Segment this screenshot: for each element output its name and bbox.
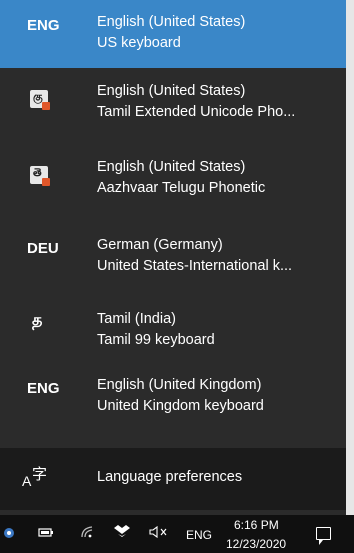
language-code: ENG bbox=[27, 17, 60, 34]
app-tray-icon[interactable] bbox=[3, 526, 15, 543]
clock-time[interactable]: 6:16 PM bbox=[234, 518, 279, 532]
taskbar: ENG 6:16 PM 12/23/2020 bbox=[0, 515, 354, 553]
keyboard-layout-name: Tamil Extended Unicode Pho... bbox=[97, 104, 296, 120]
language-item-eng-uk[interactable]: ENG English (United Kingdom) United King… bbox=[0, 363, 346, 431]
language-name: German (Germany) bbox=[97, 237, 223, 253]
keyboard-layout-name: Aazhvaar Telugu Phonetic bbox=[97, 180, 266, 196]
keyboard-layout-name: US keyboard bbox=[97, 35, 181, 51]
input-language-flyout: ENG English (United States) US keyboard … bbox=[0, 0, 346, 515]
action-center-icon[interactable] bbox=[316, 527, 331, 545]
language-name: English (United Kingdom) bbox=[97, 377, 262, 393]
desktop-background bbox=[346, 0, 354, 515]
telugu-phonetic-icon: తె bbox=[30, 166, 50, 186]
volume-muted-icon[interactable] bbox=[149, 525, 169, 542]
language-name: English (United States) bbox=[97, 14, 246, 30]
dropbox-icon[interactable] bbox=[114, 524, 130, 541]
battery-icon[interactable] bbox=[38, 525, 54, 542]
taskbar-input-language[interactable]: ENG bbox=[186, 528, 212, 542]
clock-date[interactable]: 12/23/2020 bbox=[226, 537, 286, 551]
language-name: Tamil (India) bbox=[97, 311, 176, 327]
language-code: ENG bbox=[27, 380, 60, 397]
tamil-extended-icon: கு bbox=[30, 90, 50, 110]
tamil-language-icon: த bbox=[32, 312, 43, 329]
language-item-tamil-extended[interactable]: கு English (United States) Tamil Extende… bbox=[0, 69, 346, 137]
keyboard-layout-name: Tamil 99 keyboard bbox=[97, 332, 215, 348]
language-code: DEU bbox=[27, 240, 59, 257]
keyboard-layout-name: United States-International k... bbox=[97, 258, 293, 274]
language-name: English (United States) bbox=[97, 159, 246, 175]
language-item-tamil-india[interactable]: த Tamil (India) Tamil 99 keyboard bbox=[0, 297, 346, 365]
language-preferences-button[interactable]: A 字 Language preferences bbox=[0, 448, 346, 510]
language-item-deu[interactable]: DEU German (Germany) United States-Inter… bbox=[0, 223, 346, 291]
language-item-telugu-phonetic[interactable]: తె English (United States) Aazhvaar Telu… bbox=[0, 145, 346, 213]
language-preferences-label: Language preferences bbox=[97, 469, 243, 485]
language-name: English (United States) bbox=[97, 83, 246, 99]
wifi-icon[interactable] bbox=[80, 525, 94, 542]
language-item-eng-us[interactable]: ENG English (United States) US keyboard bbox=[0, 0, 346, 68]
keyboard-layout-name: United Kingdom keyboard bbox=[97, 398, 264, 414]
